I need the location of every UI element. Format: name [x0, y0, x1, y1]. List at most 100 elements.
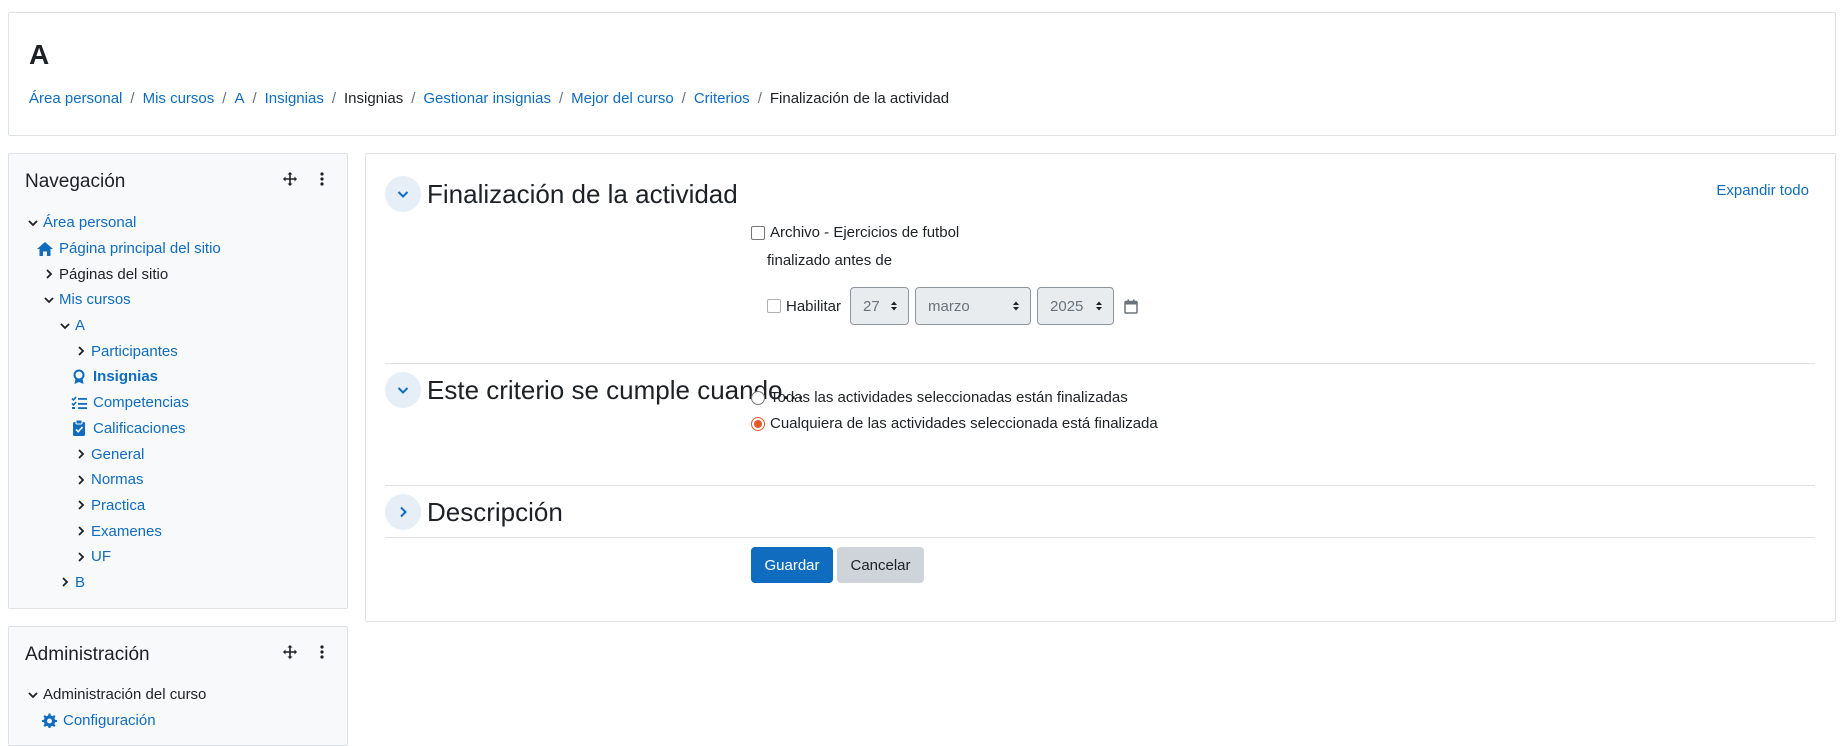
radio-row-any: Cualquiera de las actividades selecciona… [751, 415, 1158, 432]
section-criteria-header[interactable]: Este criterio se cumple cuando... [385, 372, 804, 408]
nav-item-site-pages[interactable]: Páginas del sitio [25, 261, 339, 287]
nav-item-course-b[interactable]: B [25, 570, 339, 596]
nav-item-normas[interactable]: Normas [25, 467, 339, 493]
day-select-value: 27 [863, 297, 880, 315]
nav-item-participantes[interactable]: Participantes [25, 338, 339, 364]
breadcrumb-insignias-link[interactable]: Insignias [265, 90, 324, 107]
move-icon[interactable] [281, 643, 299, 661]
day-select[interactable]: 27 [850, 287, 910, 325]
chevron-right-icon [73, 446, 89, 462]
administration-block-title: Administración [25, 644, 150, 665]
radio-all-activities[interactable] [751, 390, 765, 405]
nav-item-label: Competencias [93, 394, 189, 412]
calendar-icon[interactable] [1124, 299, 1138, 314]
radio-any-activity[interactable] [751, 416, 765, 431]
year-select[interactable]: 2025 [1037, 287, 1115, 325]
completed-before-label-row: finalizado antes de [767, 252, 892, 269]
chevron-right-icon [73, 497, 89, 513]
nav-item-insignias[interactable]: Insignias [25, 364, 339, 390]
nav-item-label: Páginas del sitio [59, 265, 169, 283]
nav-item-label: Normas [91, 471, 144, 489]
breadcrumb-gestionar-insignias[interactable]: Gestionar insignias [423, 90, 551, 107]
badge-icon [69, 369, 89, 385]
breadcrumb-mejor-del-curso[interactable]: Mejor del curso [571, 90, 674, 107]
nav-item-label: General [91, 445, 145, 463]
home-icon [35, 241, 55, 257]
nav-item-mis-cursos[interactable]: Mis cursos [25, 287, 339, 313]
chevron-right-icon [73, 549, 89, 565]
radio-all-activities-label: Todas las actividades seleccionadas está… [770, 389, 1128, 406]
more-actions-icon[interactable] [313, 643, 331, 661]
nav-item-label: Mis cursos [59, 291, 131, 309]
breadcrumb-insignias-text: Insignias [344, 90, 404, 107]
chevron-down-icon[interactable] [385, 176, 421, 212]
navigation-block: Navegación Área personal Página principa… [8, 153, 348, 609]
nav-item-calificaciones[interactable]: Calificaciones [25, 416, 339, 442]
section-title: Descripción [427, 496, 563, 527]
select-arrows-icon [1012, 300, 1020, 312]
nav-item-label: A [75, 317, 86, 335]
breadcrumb-mis-cursos[interactable]: Mis cursos [143, 90, 215, 107]
breadcrumb: Área personal Mis cursos A Insignias Ins… [29, 90, 949, 107]
completed-before-label: finalizado antes de [767, 252, 893, 269]
select-arrows-icon [1095, 300, 1103, 312]
year-select-value: 2025 [1050, 297, 1084, 315]
nav-item-label: Practica [91, 496, 146, 514]
administration-tree: Administración del curso Configuración [25, 682, 339, 733]
clipboard-icon [69, 420, 89, 437]
month-select[interactable]: marzo [915, 287, 1032, 325]
main-content: Expandir todo Finalización de la activid… [365, 153, 1836, 622]
breadcrumb-area-personal[interactable]: Área personal [29, 90, 122, 107]
gear-icon [39, 713, 59, 729]
nav-item-label: Insignias [93, 368, 159, 386]
chevron-down-icon[interactable] [385, 372, 421, 408]
activity-checkbox[interactable] [751, 225, 765, 240]
more-actions-icon[interactable] [313, 170, 331, 188]
nav-item-competencias[interactable]: Competencias [25, 390, 339, 416]
nav-item-label: B [75, 573, 86, 591]
chevron-right-icon[interactable] [385, 494, 421, 530]
section-activity-completion-header[interactable]: Finalización de la actividad [385, 176, 738, 212]
chevron-right-icon [57, 574, 73, 590]
radio-any-activity-label: Cualquiera de las actividades selecciona… [770, 415, 1158, 432]
navigation-block-title: Navegación [25, 171, 126, 192]
month-select-value: marzo [928, 297, 970, 315]
admin-item-configuracion[interactable]: Configuración [25, 708, 339, 734]
cancel-button[interactable]: Cancelar [837, 547, 924, 583]
section-divider [385, 537, 1815, 538]
save-button[interactable]: Guardar [751, 547, 833, 583]
expand-all-link[interactable]: Expandir todo [1716, 182, 1809, 199]
breadcrumb-current-page: Finalización de la actividad [769, 90, 950, 107]
nav-item-course-a[interactable]: A [25, 313, 339, 339]
section-divider [385, 363, 1815, 364]
navigation-tree: Área personal Página principal del sitio… [25, 210, 339, 595]
nav-item-label: Página principal del sitio [59, 240, 221, 258]
admin-item-course-admin[interactable]: Administración del curso [25, 682, 339, 708]
date-selector-row: Habilitar 27 marzo 2025 [767, 287, 1138, 325]
breadcrumb-criterios[interactable]: Criterios [694, 90, 750, 107]
chevron-right-icon [41, 266, 57, 282]
chevron-right-icon [73, 343, 89, 359]
nav-item-area-personal[interactable]: Área personal [25, 210, 339, 236]
nav-item-label: UF [91, 548, 111, 566]
enable-date-label: Habilitar [786, 297, 842, 315]
nav-item-general[interactable]: General [25, 441, 339, 467]
enable-date-checkbox[interactable] [767, 299, 781, 313]
chevron-down-icon [25, 215, 41, 231]
move-icon[interactable] [281, 170, 299, 188]
nav-item-label: Examenes [91, 522, 162, 540]
admin-item-label: Configuración [63, 712, 156, 730]
section-description-header[interactable]: Descripción [385, 494, 563, 530]
checklist-icon [69, 395, 89, 411]
activity-checkbox-label: Archivo - Ejercicios de futbol [770, 224, 960, 241]
nav-item-site-home[interactable]: Página principal del sitio [25, 236, 339, 262]
nav-item-uf[interactable]: UF [25, 544, 339, 570]
chevron-down-icon [57, 318, 73, 334]
section-title: Este criterio se cumple cuando... [427, 374, 805, 405]
nav-item-label: Área personal [43, 214, 137, 232]
nav-item-practica[interactable]: Practica [25, 493, 339, 519]
admin-item-label: Administración del curso [43, 686, 207, 704]
breadcrumb-course-a[interactable]: A [234, 90, 244, 107]
nav-item-label: Calificaciones [93, 419, 186, 437]
nav-item-examenes[interactable]: Examenes [25, 518, 339, 544]
